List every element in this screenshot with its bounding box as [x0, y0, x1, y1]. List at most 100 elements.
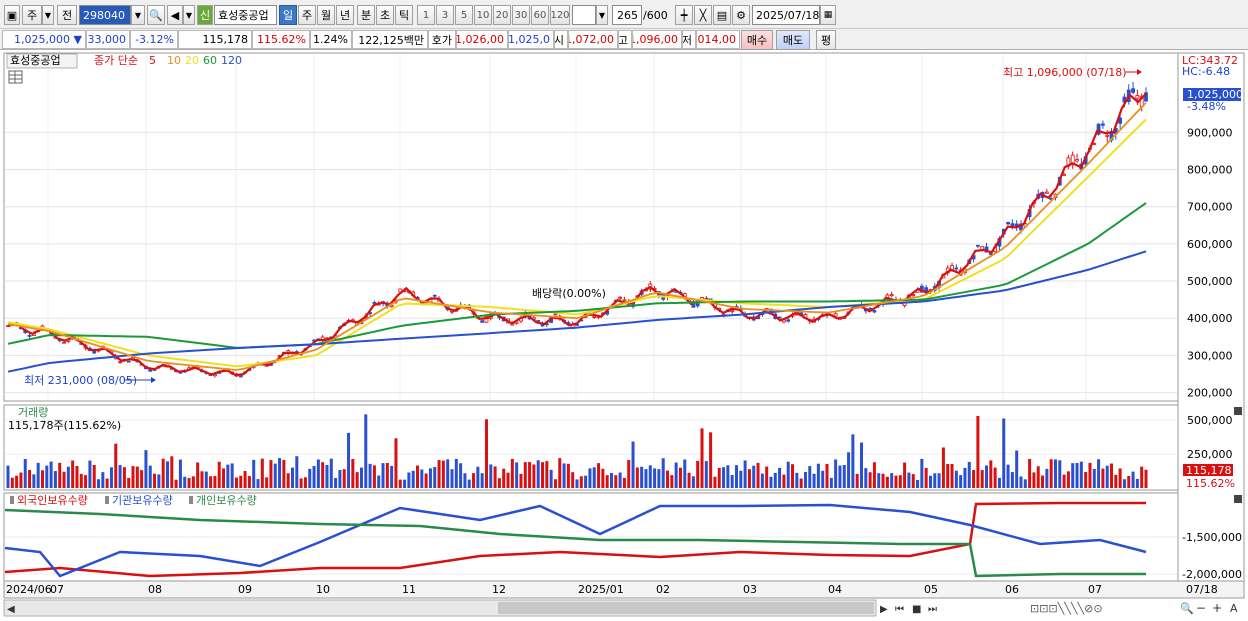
volume-bar	[618, 472, 622, 488]
interval-60-button[interactable]: 60	[531, 5, 549, 25]
bar-count-input[interactable]: 265	[612, 5, 642, 25]
volume-bar	[390, 465, 394, 488]
candle-body	[536, 320, 541, 322]
scroll-left-icon[interactable]: ◀	[7, 604, 15, 615]
candle-body	[988, 253, 993, 255]
volume-bar	[993, 467, 997, 488]
interval-120-button[interactable]: 120	[550, 5, 570, 25]
interval-dropdown-icon[interactable]: ▼	[596, 5, 608, 25]
speaker-icon[interactable]: ◀	[167, 5, 183, 25]
volume-bar	[868, 472, 872, 488]
volume-bar	[644, 469, 648, 488]
volume-bar	[967, 461, 971, 488]
stock-chart[interactable]: 효성중공업 종가 단순 5 10 20 60 120 최고 1,096,000 (07/…	[0, 50, 1248, 621]
volume-bar	[1122, 479, 1126, 488]
rewind-icon[interactable]: ⏮	[895, 604, 904, 615]
x-axis-label: 07	[1088, 583, 1102, 596]
volume-bar	[847, 452, 851, 488]
interval-30-button[interactable]: 30	[512, 5, 530, 25]
tool-icons[interactable]: ⊡⊡⊡╲╲╲╲⊘⊙	[1030, 601, 1103, 615]
search-icon[interactable]: 🔍	[147, 5, 165, 25]
prev-button[interactable]: 전	[57, 5, 77, 25]
toolbar-main: ▣ 주 ▼ 전 298040 ▼ 🔍 ◀ ▼ 신 효성중공업 일 주 월 년 분…	[0, 0, 1248, 29]
holder-legend-label: 개인보유수량	[196, 494, 257, 507]
volume-bar	[928, 475, 932, 488]
volume-bar	[148, 465, 152, 488]
candle-body	[372, 302, 377, 304]
window-icon[interactable]: ▣	[4, 5, 20, 25]
volume-bar	[131, 466, 135, 488]
stop-icon[interactable]: ■	[912, 604, 921, 615]
volume-bar	[398, 479, 402, 488]
zoom-out-icon[interactable]: −	[1196, 601, 1206, 615]
zoom-search-icon[interactable]: 🔍	[1180, 601, 1194, 615]
period-month-tab[interactable]: 월	[317, 5, 335, 25]
zoom-in-icon[interactable]: +	[1212, 601, 1222, 615]
low-label: 저	[682, 30, 696, 49]
period-minute-tab[interactable]: 분	[357, 5, 375, 25]
volume-bar	[88, 460, 92, 488]
draw-tool-icon[interactable]: ╳	[694, 5, 712, 25]
volume-bar	[1062, 474, 1066, 488]
volume-bar	[135, 466, 139, 488]
interval-10-button[interactable]: 10	[474, 5, 492, 25]
eval-button[interactable]: 평	[816, 30, 836, 50]
stock-code-input[interactable]: 298040	[79, 5, 131, 25]
volume-bar	[553, 479, 557, 488]
holder-panel-close-icon[interactable]	[1234, 495, 1242, 503]
interval-3-button[interactable]: 3	[436, 5, 454, 25]
volume-bar	[446, 459, 450, 488]
font-size-icon[interactable]: A	[1230, 602, 1238, 615]
volume-bar	[696, 460, 700, 488]
interval-5-button[interactable]: 5	[455, 5, 473, 25]
volume-bar	[1053, 459, 1057, 488]
volume-bar	[230, 463, 234, 488]
save-icon[interactable]: ▤	[713, 5, 731, 25]
volume-bar	[536, 460, 540, 488]
period-tick-tab[interactable]: 틱	[395, 5, 413, 25]
interval-1-button[interactable]: 1	[417, 5, 435, 25]
volume-bar	[674, 462, 678, 488]
volume-bar	[782, 474, 786, 488]
volume-bar	[765, 466, 769, 488]
volume-bar	[980, 470, 984, 488]
date-input[interactable]: 2025/07/18	[752, 5, 820, 25]
calendar-icon[interactable]: ▦	[820, 5, 836, 25]
volume-bar	[385, 462, 389, 488]
volume-bar	[351, 458, 355, 488]
interval-custom-input[interactable]	[572, 5, 596, 25]
period-year-tab[interactable]: 년	[336, 5, 354, 25]
holder-legend: 외국인보유수량 기관보유수량 개인보유수량	[10, 494, 257, 507]
volume-bar	[1041, 475, 1045, 488]
hc-label: HC:-6.48	[1182, 65, 1230, 78]
period-day-tab[interactable]: 일	[279, 5, 297, 25]
settings-icon[interactable]: ⚙	[732, 5, 750, 25]
volume-bar	[480, 473, 484, 488]
volume-bar	[885, 476, 889, 488]
speaker-dropdown-icon[interactable]: ▼	[183, 5, 195, 25]
volume-bar	[657, 469, 661, 488]
period-week-tab[interactable]: 주	[298, 5, 316, 25]
sell-button[interactable]: 매도	[776, 30, 810, 50]
x-axis-label: 03	[743, 583, 757, 596]
price-tick-label: 200,000	[1187, 387, 1233, 400]
code-dropdown-icon[interactable]: ▼	[131, 5, 145, 25]
dividend-annotation: 배당락(0.00%)	[532, 287, 606, 300]
volume-bar	[661, 458, 665, 488]
volume-bar	[1010, 472, 1014, 488]
period-second-tab[interactable]: 초	[376, 5, 394, 25]
market-dropdown-icon[interactable]: ▼	[42, 5, 54, 25]
scroll-right-icon[interactable]: ▶	[880, 604, 888, 615]
interval-20-button[interactable]: 20	[493, 5, 511, 25]
volume-bar	[597, 463, 601, 488]
volume-panel-close-icon[interactable]	[1234, 407, 1242, 415]
low-price: 1,014,00	[696, 30, 740, 49]
volume-bar	[954, 470, 958, 488]
volume-bar	[997, 477, 1001, 488]
market-select[interactable]: 주	[22, 5, 42, 25]
candle-type-icon[interactable]: ┿	[675, 5, 693, 25]
scroll-thumb[interactable]	[498, 602, 874, 614]
buy-button[interactable]: 매수	[741, 30, 773, 50]
volume-bar	[510, 458, 514, 488]
forward-icon[interactable]: ⏭	[928, 604, 937, 615]
